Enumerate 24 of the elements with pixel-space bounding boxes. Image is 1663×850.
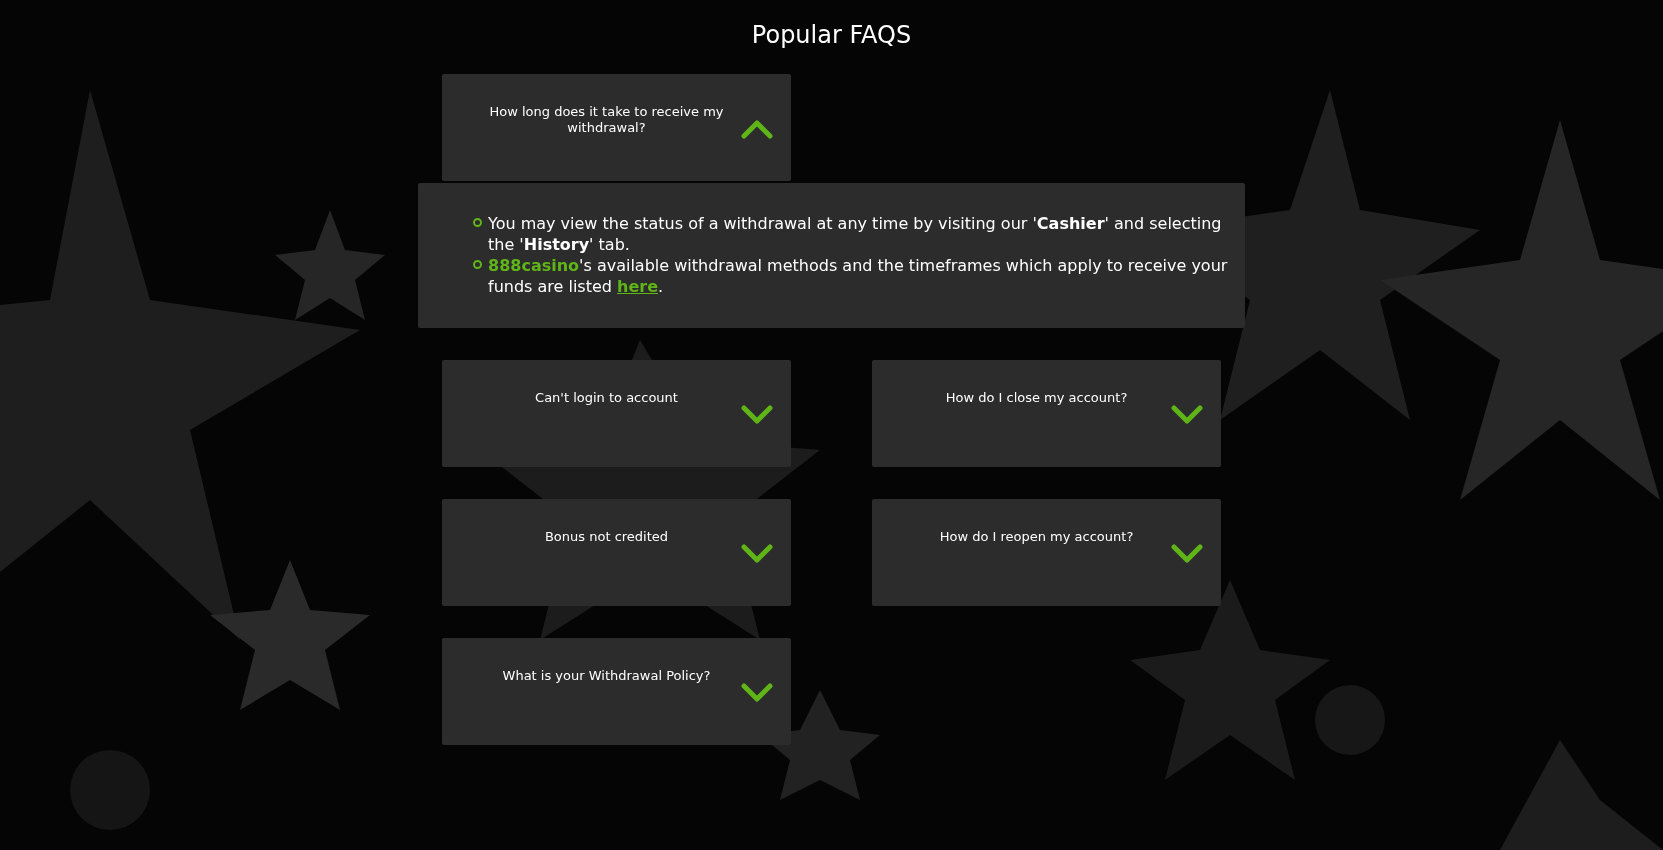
faq-question: How long does it take to receive my withdrawal? bbox=[488, 104, 725, 136]
faq-card[interactable]: Can't login to account bbox=[442, 360, 791, 467]
faq-card[interactable]: How long does it take to receive my withdrawal? bbox=[442, 74, 791, 181]
faq-question: Bonus not credited bbox=[543, 529, 670, 545]
answer-text: You may view the status of a withdrawal at any time by visiting our 'Cashier' and selecting the 'History' tab. bbox=[488, 213, 1223, 255]
faq-question: How do I close my account? bbox=[944, 390, 1129, 406]
page-title: Popular FAQS bbox=[751, 20, 912, 50]
chevron-down-icon bbox=[741, 404, 773, 425]
faq-question: How do I reopen my account? bbox=[938, 529, 1135, 545]
faq-card[interactable]: Bonus not credited bbox=[442, 499, 791, 606]
bullet-icon bbox=[473, 218, 482, 227]
faq-question: Can't login to account bbox=[534, 390, 679, 406]
here-link[interactable]: here bbox=[617, 277, 659, 296]
faq-card[interactable]: How do I close my account? bbox=[872, 360, 1221, 467]
bullet-icon bbox=[473, 260, 482, 269]
faq-question: What is your Withdrawal Policy? bbox=[501, 668, 712, 684]
answer-text: 888casino's available withdrawal methods and the timeframes which apply to receive your funds are listed here. bbox=[488, 255, 1229, 297]
faq-card[interactable]: What is your Withdrawal Policy? bbox=[442, 638, 791, 745]
chevron-down-icon bbox=[741, 543, 773, 564]
chevron-down-icon bbox=[1171, 543, 1203, 564]
chevron-down-icon bbox=[741, 682, 773, 703]
chevron-down-icon bbox=[1171, 404, 1203, 425]
faq-card[interactable]: How do I reopen my account? bbox=[872, 499, 1221, 606]
chevron-up-icon bbox=[741, 118, 773, 139]
